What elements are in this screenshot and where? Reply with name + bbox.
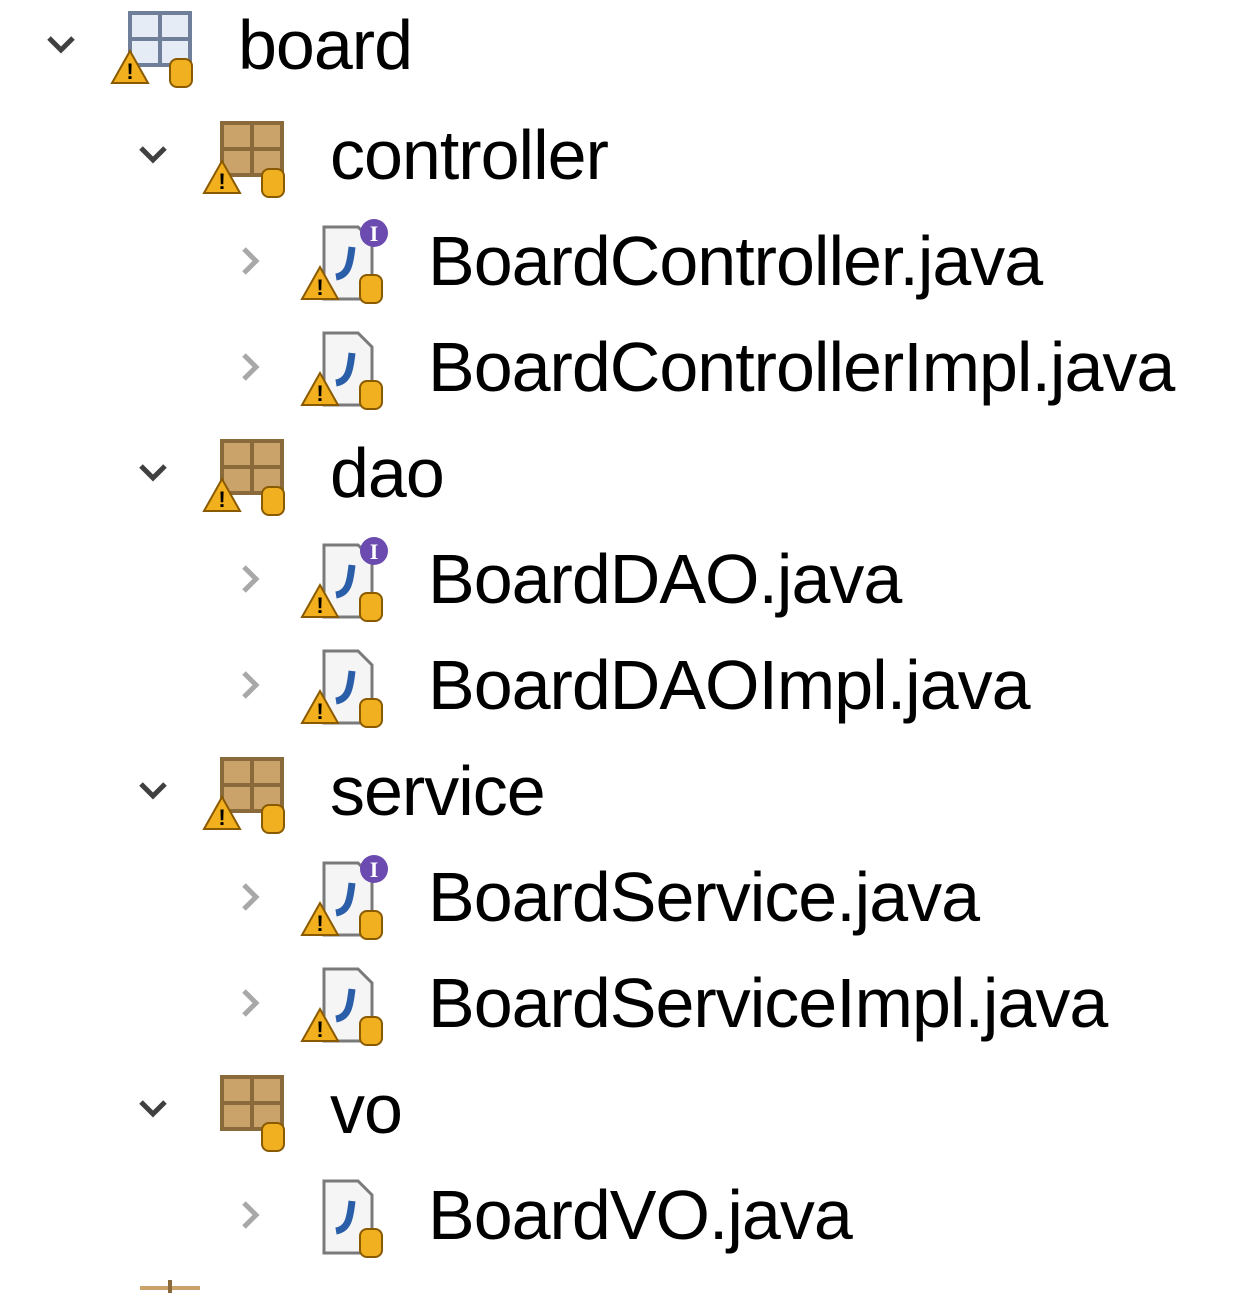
tree-node-file[interactable]: I ! BoardDAO.java [0,526,1245,632]
java-class-file-icon: ! [298,639,390,731]
package-icon: ! [200,109,292,201]
tree-node-board[interactable]: ! board [0,0,1245,98]
chevron-right-icon[interactable] [228,980,274,1026]
svg-text:!: ! [316,593,323,618]
chevron-right-icon[interactable] [228,662,274,708]
svg-text:I: I [370,221,379,246]
svg-text:I: I [370,539,379,564]
partial-package-icon [130,1280,200,1293]
java-interface-file-icon: I ! [298,851,390,943]
svg-text:!: ! [218,805,225,830]
tree-node-label: BoardDAOImpl.java [428,646,1031,724]
svg-text:!: ! [316,911,323,936]
java-class-file-icon: ! [298,957,390,1049]
java-class-file-icon: ! [298,321,390,413]
tree-node-label: controller [330,116,609,194]
chevron-down-icon[interactable] [130,450,176,496]
svg-text:!: ! [218,487,225,512]
tree-node-label: board [238,6,413,84]
chevron-down-icon[interactable] [130,768,176,814]
tree-node-package-service[interactable]: ! service [0,738,1245,844]
tree-node-label: BoardService.java [428,858,980,936]
package-icon: ! [200,427,292,519]
chevron-down-icon[interactable] [38,22,84,68]
tree-node-label: service [330,752,546,830]
svg-text:!: ! [316,275,323,300]
java-interface-file-icon: I ! [298,215,390,307]
package-icon: ! [200,745,292,837]
tree-node-package-dao[interactable]: ! dao [0,420,1245,526]
tree-node-file[interactable]: ! BoardServiceImpl.java [0,950,1245,1056]
tree-node-label: vo [330,1070,403,1148]
tree-node-package-vo[interactable]: vo [0,1056,1245,1162]
tree-node-label: BoardDAO.java [428,540,902,618]
java-interface-file-icon: I ! [298,533,390,625]
tree-node-file[interactable]: I ! BoardController.java [0,208,1245,314]
tree-node-package-controller[interactable]: ! controller [0,102,1245,208]
tree-node-label: dao [330,434,445,512]
tree-node-file[interactable]: I ! BoardService.java [0,844,1245,950]
chevron-down-icon[interactable] [130,132,176,178]
tree-node-label: BoardControllerImpl.java [428,328,1175,406]
svg-text:!: ! [316,1017,323,1042]
project-icon: ! [108,0,200,91]
svg-text:!: ! [316,381,323,406]
svg-text:!: ! [218,169,225,194]
chevron-right-icon[interactable] [228,1192,274,1238]
tree-node-file[interactable]: ! BoardDAOImpl.java [0,632,1245,738]
chevron-right-icon[interactable] [228,874,274,920]
tree-node-file[interactable]: ! BoardControllerImpl.java [0,314,1245,420]
svg-text:!: ! [316,699,323,724]
chevron-right-icon[interactable] [228,238,274,284]
svg-text:!: ! [126,59,133,84]
tree-node-label: BoardController.java [428,222,1043,300]
java-class-file-icon [298,1169,390,1261]
chevron-right-icon[interactable] [228,344,274,390]
svg-text:I: I [370,857,379,882]
chevron-right-icon[interactable] [228,556,274,602]
tree-node-file[interactable]: BoardVO.java [0,1162,1245,1268]
chevron-down-icon[interactable] [130,1086,176,1132]
tree-node-label: BoardVO.java [428,1176,853,1254]
tree-node-label: BoardServiceImpl.java [428,964,1108,1042]
package-icon [200,1063,292,1155]
